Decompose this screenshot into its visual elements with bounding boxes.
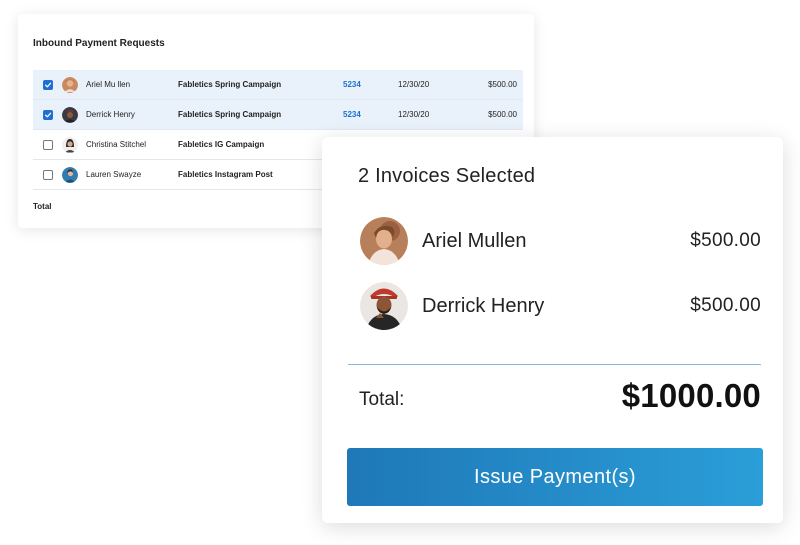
summary-line-item: Derrick Henry $500.00 [360,282,761,330]
row-date: 12/30/20 [398,110,430,119]
total-value: $1000.00 [621,377,761,414]
avatar [360,282,408,330]
avatar [62,136,78,153]
total-label: Total: [359,389,405,410]
row-checkbox[interactable] [43,109,53,120]
row-campaign: Fabletics IG Campaign [178,140,265,149]
line-item-name: Ariel Mullen [422,229,527,252]
summary-line-item: Ariel Mullen $500.00 [360,217,761,265]
row-name: Derrick Henry [86,110,135,119]
summary-divider [348,364,761,365]
invoice-summary-card: 2 Invoices Selected Ariel Mullen $500.00 [322,137,783,523]
row-checkbox[interactable] [43,139,53,150]
avatar [360,217,408,265]
row-name: Lauren Swayze [86,170,142,179]
row-campaign: Fabletics Spring Campaign [178,110,282,119]
row-invoice-link[interactable]: 5234 [343,110,361,119]
row-invoice-link[interactable]: 5234 [343,80,361,89]
checkmark-icon [44,82,52,87]
row-amount: $500.00 [488,110,517,119]
row-campaign: Fabletics Instagram Post [178,170,273,179]
line-item-name: Derrick Henry [422,294,545,317]
table-total-label: Total [33,202,52,211]
row-date: 12/30/20 [398,80,430,89]
row-amount: $500.00 [488,80,517,89]
table-row[interactable]: Ariel Mu llen Fabletics Spring Campaign … [33,70,523,100]
issue-payment-button[interactable]: Issue Payment(s) [347,448,763,506]
row-checkbox[interactable] [43,79,53,90]
row-name: Ariel Mu llen [86,80,131,89]
line-item-amount: $500.00 [690,295,761,316]
table-title: Inbound Payment Requests [33,38,165,49]
avatar [62,106,78,123]
row-checkbox[interactable] [43,169,53,180]
row-campaign: Fabletics Spring Campaign [178,80,282,89]
line-item-amount: $500.00 [690,230,761,251]
summary-title: 2 Invoices Selected [358,165,536,187]
avatar [62,166,78,183]
avatar [62,76,78,93]
row-name: Christina Stitchel [86,140,147,149]
checkmark-icon [44,112,52,117]
table-row[interactable]: Derrick Henry Fabletics Spring Campaign … [33,100,523,130]
